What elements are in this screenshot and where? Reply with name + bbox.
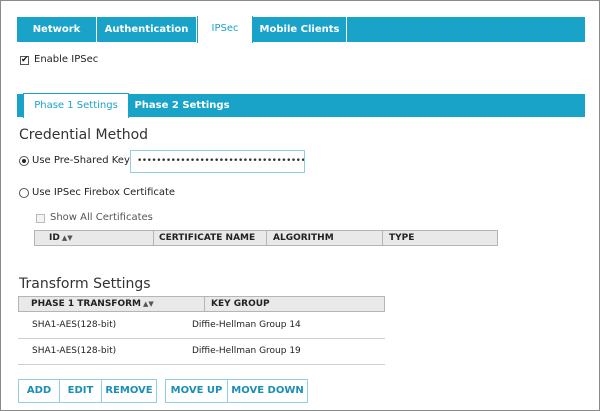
- tab-ipsec[interactable]: IPSec: [197, 16, 253, 43]
- tab-network[interactable]: Network: [17, 17, 97, 42]
- use-pre-shared-key-label: Use Pre-Shared Key: [32, 155, 130, 166]
- transform-settings-title: Transform Settings: [19, 276, 151, 292]
- show-all-certificates-label: Show All Certificates: [50, 212, 153, 223]
- transform-cell: SHA1-AES(128-bit): [32, 320, 117, 330]
- column-header-certificate-name[interactable]: CERTIFICATE NAME: [153, 231, 267, 245]
- enable-ipsec-label: Enable IPSec: [34, 54, 99, 65]
- phase-tab-bar: Phase 1 Settings Phase 2 Settings: [17, 93, 585, 118]
- show-all-certificates-checkbox[interactable]: [36, 214, 45, 223]
- key-group-cell: Diffie-Hellman Group 14: [192, 320, 301, 330]
- transform-cell: SHA1-AES(128-bit): [32, 346, 117, 356]
- tab-authentication[interactable]: Authentication: [97, 17, 197, 42]
- sort-icon: ▲▼: [143, 300, 154, 308]
- move-button-group: MOVE UP MOVE DOWN: [165, 379, 308, 403]
- column-header-type[interactable]: TYPE: [383, 231, 497, 245]
- column-header-algorithm[interactable]: ALGORITHM: [267, 231, 383, 245]
- table-row[interactable]: SHA1-AES(128-bit) Diffie-Hellman Group 1…: [18, 339, 385, 365]
- certificate-table-header: ID ▲▼ CERTIFICATE NAME ALGORITHM TYPE: [34, 230, 498, 246]
- pre-shared-key-input[interactable]: •••••••••••••••••••••••••••••••••••••: [130, 150, 305, 173]
- add-button[interactable]: ADD: [19, 380, 60, 402]
- credential-method-title: Credential Method: [19, 127, 149, 143]
- edit-button-group: ADD EDIT REMOVE: [18, 379, 157, 403]
- tab-phase-1-settings[interactable]: Phase 1 Settings: [23, 93, 129, 118]
- sort-icon: ▲▼: [61, 234, 73, 242]
- key-group-cell: Diffie-Hellman Group 19: [192, 346, 301, 356]
- table-row[interactable]: SHA1-AES(128-bit) Diffie-Hellman Group 1…: [18, 313, 385, 339]
- edit-button[interactable]: EDIT: [60, 380, 102, 402]
- use-firebox-certificate-label: Use IPSec Firebox Certificate: [32, 187, 176, 198]
- remove-button[interactable]: REMOVE: [102, 380, 156, 402]
- use-pre-shared-key-radio[interactable]: [19, 156, 29, 166]
- move-down-button[interactable]: MOVE DOWN: [228, 380, 307, 402]
- top-tab-bar: Network Authentication IPSec Mobile Clie…: [17, 16, 585, 43]
- column-header-id[interactable]: ID ▲▼: [43, 231, 154, 245]
- enable-ipsec-checkbox[interactable]: [20, 54, 29, 66]
- move-up-button[interactable]: MOVE UP: [166, 380, 228, 402]
- transform-table-header: PHASE 1 TRANSFORM ▲▼ KEY GROUP: [18, 296, 385, 312]
- tab-mobile-clients[interactable]: Mobile Clients: [253, 17, 347, 42]
- use-firebox-certificate-radio[interactable]: [19, 188, 29, 198]
- column-header-phase-1-transform[interactable]: PHASE 1 TRANSFORM ▲▼: [25, 297, 205, 311]
- tab-phase-2-settings[interactable]: Phase 2 Settings: [129, 94, 235, 117]
- column-header-key-group[interactable]: KEY GROUP: [205, 297, 384, 311]
